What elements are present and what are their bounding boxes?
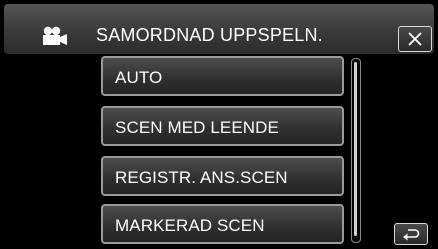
screen-title: SAMORDNAD UPPSPELN. xyxy=(96,25,323,45)
menu-item-auto[interactable]: AUTO xyxy=(101,56,344,96)
back-button[interactable] xyxy=(394,223,428,245)
scrollbar[interactable] xyxy=(351,58,361,243)
movie-camera-icon xyxy=(43,26,67,45)
menu-item-label: MARKERAD SCEN xyxy=(115,216,265,235)
close-button[interactable] xyxy=(398,26,432,52)
menu-item-registered-face-scene[interactable]: REGISTR. ANS.SCEN xyxy=(101,156,344,196)
close-icon xyxy=(408,32,422,46)
return-arrow-icon xyxy=(403,229,420,241)
menu-screen: SAMORDNAD UPPSPELN. AUTO SCEN MED LEENDE… xyxy=(0,0,438,249)
title-bar: SAMORDNAD UPPSPELN. xyxy=(4,4,434,54)
menu-item-label: SCEN MED LEENDE xyxy=(115,118,279,137)
scrollbar-thumb[interactable] xyxy=(354,62,357,236)
menu-item-marked-scene[interactable]: MARKERAD SCEN xyxy=(101,204,344,244)
menu-item-label: REGISTR. ANS.SCEN xyxy=(115,168,288,187)
menu-item-smile-scene[interactable]: SCEN MED LEENDE xyxy=(101,106,344,146)
menu-item-label: AUTO xyxy=(115,68,163,87)
